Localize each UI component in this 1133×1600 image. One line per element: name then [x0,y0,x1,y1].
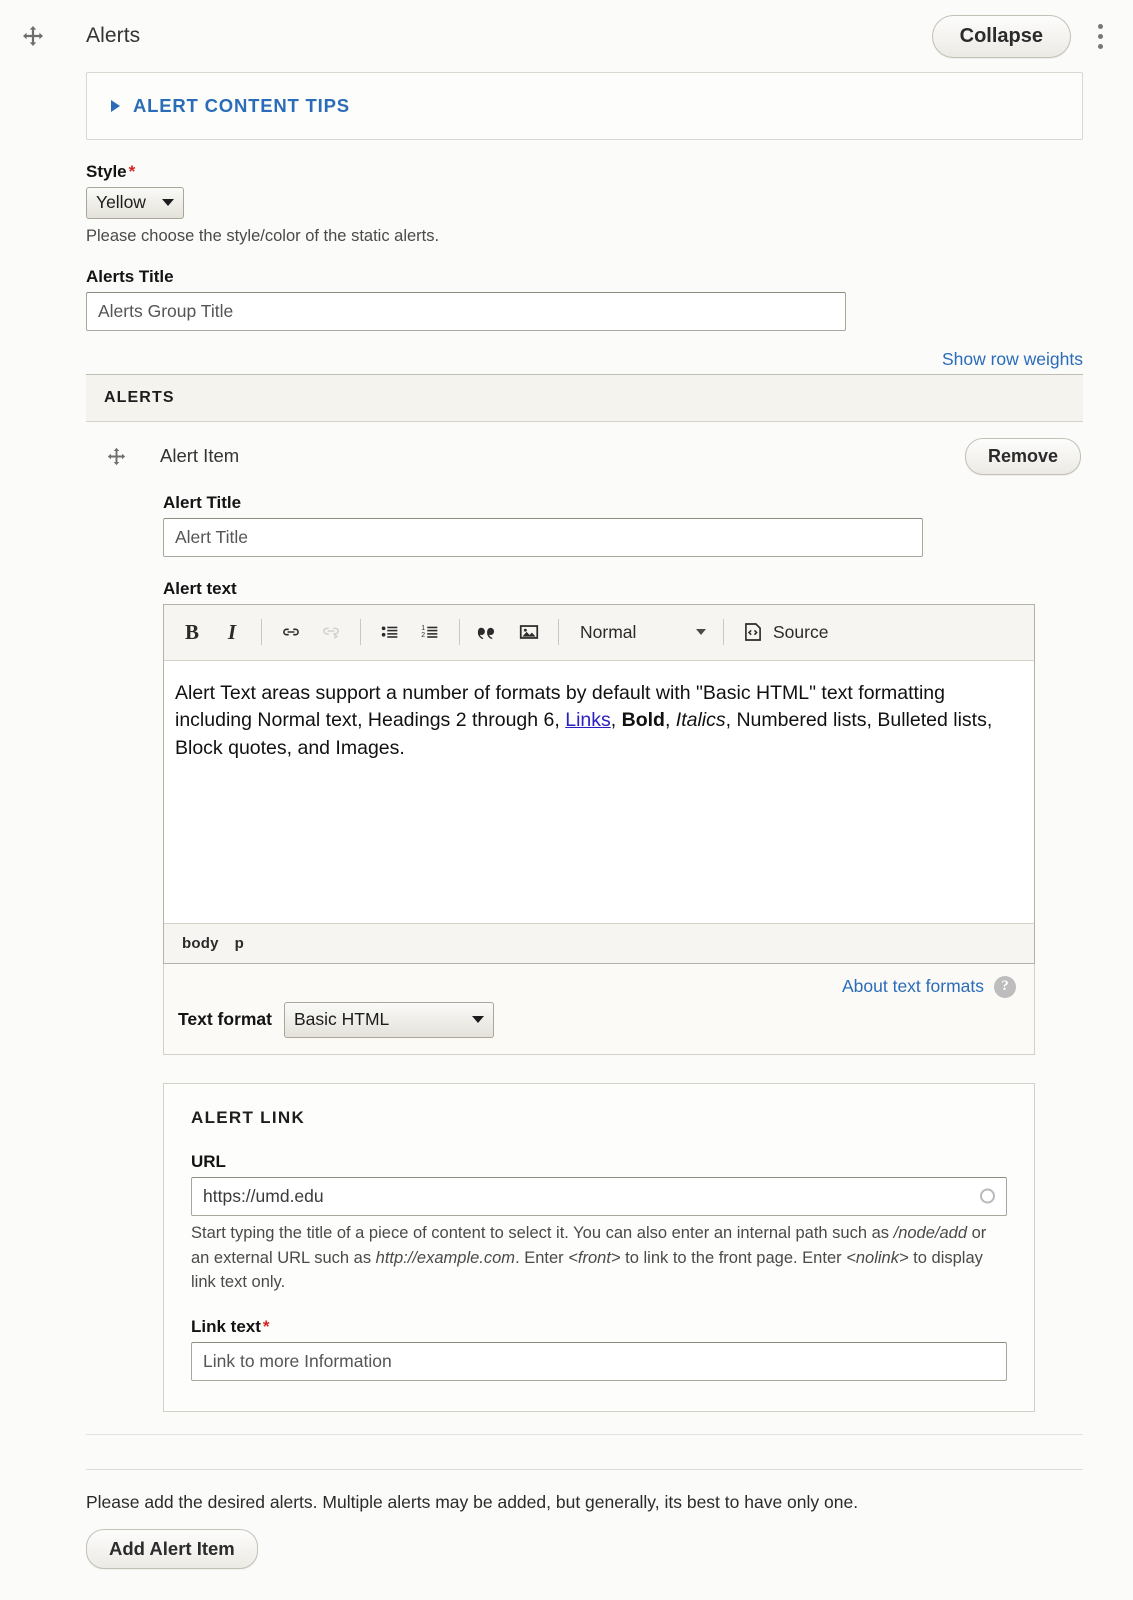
chevron-down-icon [161,199,174,206]
style-select[interactable]: Yellow [86,187,184,219]
form-header: Alerts Collapse [0,0,1133,72]
editor-bold-text: Bold [621,709,665,732]
ckeditor: B I 1 2 Normal Source Alert Text areas s… [163,603,1035,964]
link-icon[interactable] [271,613,311,651]
alert-content-tips-label: ALERT CONTENT TIPS [133,95,350,116]
paragraph-format-value: Normal [580,621,637,642]
alert-title-input[interactable] [163,517,923,557]
about-text-formats-link[interactable]: About text formats [842,976,984,997]
style-description: Please choose the style/color of the sta… [86,227,440,245]
elements-path-p[interactable]: p [235,935,244,952]
dot [1097,33,1103,39]
editor-italic-text: Italics [675,709,726,732]
page-title: Alerts [86,24,141,47]
link-text-field-group: Link text * [191,1317,1007,1381]
toolbar-divider [360,619,361,646]
form-content: ALERT CONTENT TIPS Style * Yellow Please … [0,72,1133,1569]
alert-link-fieldset: ALERT LINK URL Start typing the title of… [163,1082,1035,1412]
toolbar-divider [723,619,724,646]
ckeditor-toolbar: B I 1 2 Normal Source [164,604,1034,661]
alert-title-label: Alert Title [163,492,242,512]
elements-path-body[interactable]: body [182,935,219,952]
unlink-icon [311,613,351,651]
alert-text-editable[interactable]: Alert Text areas support a number of for… [164,660,1034,923]
editor-text-part: , [664,709,676,732]
vertical-dots-icon[interactable] [1085,16,1115,56]
chevron-down-icon [696,629,706,636]
add-alert-item-button[interactable]: Add Alert Item [86,1529,258,1569]
paragraph-format-dropdown[interactable]: Normal [568,613,714,651]
text-format-wrapper: About text formats ? Text format Basic H… [163,963,1035,1055]
bulleted-list-icon[interactable] [370,613,410,651]
alert-item-header: Alert Item Remove [86,437,1083,475]
style-select-value: Yellow [96,192,146,212]
move-icon[interactable] [18,21,48,51]
numbered-list-icon[interactable]: 1 2 [410,613,450,651]
text-format-value: Basic HTML [294,1008,390,1029]
alert-content-tips-details[interactable]: ALERT CONTENT TIPS [86,72,1083,140]
link-text-input[interactable] [191,1342,1007,1381]
show-row-weights-wrapper: Show row weights [86,349,1083,370]
alerts-table: ALERTS Alert Item Remove Alert Title Ale… [86,373,1083,1435]
editor-link[interactable]: Links [565,709,611,731]
dot [1097,43,1103,49]
editor-text-part: , [610,709,622,732]
image-icon[interactable] [509,613,549,651]
move-icon[interactable] [102,447,130,466]
alert-title-field-group: Alert Title [163,493,1035,557]
remove-button[interactable]: Remove [964,437,1081,475]
required-marker: * [128,162,136,181]
toolbar-divider [558,619,559,646]
ckeditor-elements-path: body p [164,922,1034,963]
alert-item-fields: Alert Title Alert text B I [86,493,1083,1412]
alert-content-tips-summary[interactable]: ALERT CONTENT TIPS [111,95,1058,117]
alert-item-label: Alert Item [160,445,240,467]
toolbar-divider [459,619,460,646]
alert-text-field-group: Alert text B I 1 2 Normal Source Alert T… [163,579,1035,1055]
bold-button[interactable]: B [172,613,212,651]
toolbar-divider [261,619,262,646]
style-label: Style * [86,162,136,181]
required-marker: * [262,1317,270,1336]
alert-text-label: Alert text [163,578,237,598]
chevron-down-icon [472,1015,484,1023]
dot [1097,23,1103,29]
alerts-title-field-group: Alerts Title [86,267,1083,331]
text-format-select[interactable]: Basic HTML [284,1001,494,1038]
triangle-right-icon [111,100,120,112]
question-mark-icon[interactable]: ? [994,975,1016,998]
text-format-label: Text format [178,1009,272,1030]
blockquote-icon[interactable] [469,613,509,651]
url-input[interactable] [191,1176,1007,1216]
form-footer: Please add the desired alerts. Multiple … [86,1469,1083,1569]
source-label: Source [773,621,829,642]
alerts-paragraph-form: Alerts Collapse ALERT CONTENT TIPS Style… [0,0,1133,1600]
show-row-weights-link[interactable]: Show row weights [942,349,1083,369]
alerts-table-header: ALERTS [86,374,1083,422]
source-button[interactable]: Source [733,613,838,651]
alerts-title-label: Alerts Title [86,266,174,286]
svg-text:2: 2 [421,632,425,639]
svg-text:1: 1 [421,625,425,632]
italic-button[interactable]: I [212,613,252,651]
collapse-button[interactable]: Collapse [931,14,1071,58]
alerts-title-input[interactable] [86,291,846,331]
footer-description: Please add the desired alerts. Multiple … [86,1492,859,1512]
style-field-group: Style * Yellow Please choose the style/co… [86,162,1083,249]
source-code-icon [745,623,761,642]
text-format-row: Text format Basic HTML [178,1001,1016,1038]
url-label: URL [191,1151,226,1171]
alert-link-legend: ALERT LINK [191,1107,306,1127]
about-text-formats-wrapper: About text formats ? [178,975,1016,998]
table-row: Alert Item Remove Alert Title Alert text [86,422,1083,1434]
url-description: Start typing the title of a piece of con… [191,1223,987,1292]
url-input-wrapper [191,1176,1007,1216]
link-text-label: Link text * [191,1317,270,1336]
